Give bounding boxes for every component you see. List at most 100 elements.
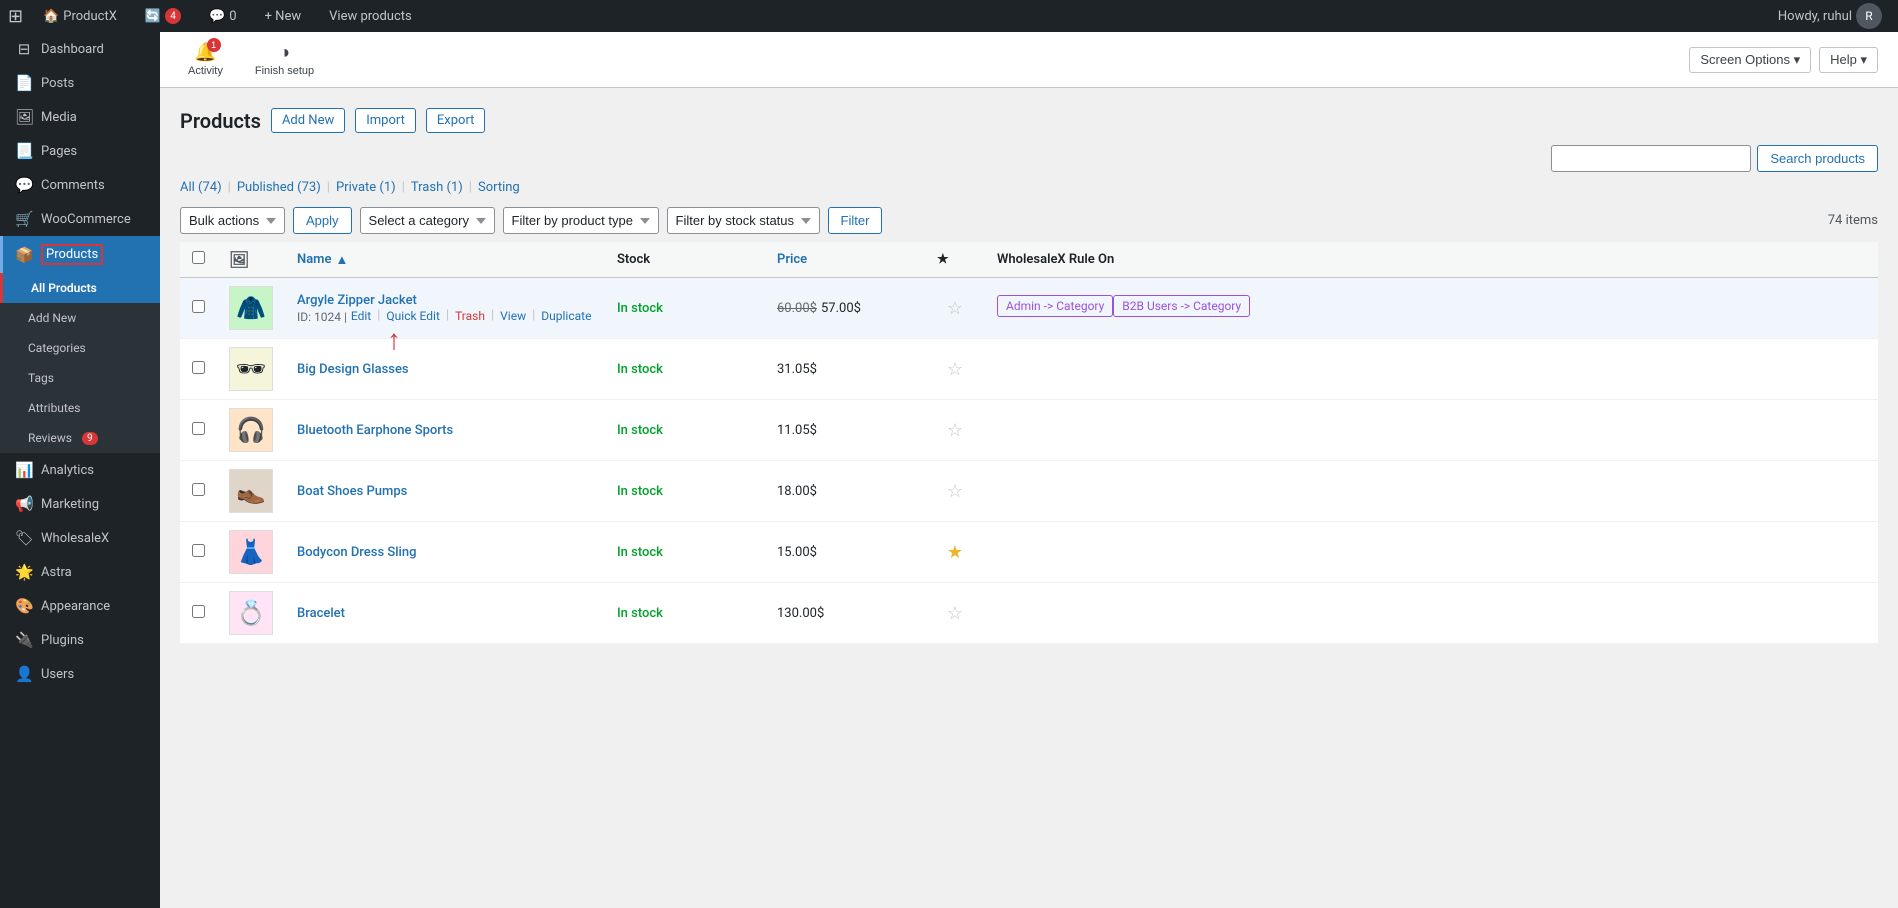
product-name: Boat Shoes Pumps — [297, 484, 593, 499]
sidebar-item-pages[interactable]: 📃 Pages — [0, 134, 160, 168]
sidebar-item-plugins[interactable]: 🔌 Plugins — [0, 623, 160, 657]
search-input[interactable] — [1551, 145, 1751, 172]
product-name-link[interactable]: Argyle Zipper Jacket — [297, 293, 417, 308]
filter-all-link[interactable]: All (74) — [180, 180, 222, 195]
filter-sorting-link[interactable]: Sorting — [478, 180, 520, 195]
sidebar-item-users[interactable]: 👤 Users — [0, 657, 160, 691]
row-checkbox[interactable] — [192, 483, 205, 496]
sidebar-item-comments[interactable]: 💬 Comments — [0, 168, 160, 202]
sidebar-subitem-add-new[interactable]: Add New — [0, 303, 160, 333]
screen-options-button[interactable]: Screen Options ▾ — [1689, 47, 1811, 73]
product-wholesale-cell — [985, 400, 1878, 461]
view-link[interactable]: View — [500, 309, 526, 323]
product-name-link[interactable]: Bluetooth Earphone Sports — [297, 423, 453, 438]
apply-button[interactable]: Apply — [293, 207, 352, 234]
stock-status-select[interactable]: Filter by stock status — [667, 207, 820, 234]
sidebar-item-posts[interactable]: 📄 Posts — [0, 66, 160, 100]
help-button[interactable]: Help ▾ — [1819, 47, 1878, 73]
site-name-link[interactable]: 🏠 ProductX — [35, 0, 125, 32]
import-button[interactable]: Import — [355, 108, 416, 133]
sidebar-item-label: Appearance — [41, 599, 110, 614]
row-checkbox-cell — [180, 522, 217, 583]
new-content-link[interactable]: + New — [257, 0, 310, 32]
page-title: Products — [180, 109, 261, 133]
sidebar-item-appearance[interactable]: 🎨 Appearance — [0, 589, 160, 623]
row-checkbox[interactable] — [192, 422, 205, 435]
comments-link[interactable]: 💬 0 — [201, 0, 245, 32]
product-name-link[interactable]: Boat Shoes Pumps — [297, 484, 407, 499]
sort-name-link[interactable]: Name ▲ — [297, 252, 593, 268]
filter-trash-link[interactable]: Trash (1) — [411, 180, 463, 195]
new-label: + New — [265, 9, 302, 24]
sidebar-item-analytics[interactable]: 📊 Analytics — [0, 453, 160, 487]
main-header: 🔔 1 Activity ◑ Finish setup Screen Optio… — [160, 32, 1898, 88]
pages-icon: 📃 — [15, 142, 33, 160]
product-price-cell: 18.00$ — [765, 461, 925, 522]
wholesale-tag[interactable]: Admin -> Category — [997, 295, 1113, 317]
col-header-image: 🖼 — [217, 242, 285, 278]
filter-private-count: 1 — [384, 180, 391, 195]
sidebar-subitem-tags[interactable]: Tags — [0, 363, 160, 393]
stock-status: In stock — [617, 545, 663, 560]
row-checkbox-cell — [180, 278, 217, 339]
product-name-link[interactable]: Bodycon Dress Sling — [297, 545, 416, 560]
howdy-link[interactable]: Howdy, ruhul R — [1770, 0, 1890, 32]
row-checkbox[interactable] — [192, 605, 205, 618]
wp-logo-icon[interactable]: ⊞ — [8, 6, 23, 27]
bulk-actions-select[interactable]: Bulk actions — [180, 207, 285, 234]
edit-link[interactable]: Edit — [351, 309, 371, 323]
sidebar-item-woocommerce[interactable]: 🛒 WooCommerce — [0, 202, 160, 236]
activity-button[interactable]: 🔔 1 Activity — [180, 38, 231, 81]
view-products-link[interactable]: View products — [321, 0, 420, 32]
featured-star[interactable]: ★ — [947, 542, 963, 563]
product-thumb-emoji: 🕶 — [236, 355, 266, 383]
export-button[interactable]: Export — [426, 108, 486, 133]
quick-edit-link[interactable]: Quick Edit — [386, 309, 439, 323]
sidebar-item-wholesalex[interactable]: 🏷 WholesaleX — [0, 521, 160, 555]
reviews-label: Reviews — [28, 431, 72, 445]
sidebar-subitem-categories[interactable]: Categories — [0, 333, 160, 363]
product-wholesale-cell — [985, 583, 1878, 644]
sidebar-item-media[interactable]: 🖼 Media — [0, 100, 160, 134]
wholesale-tag[interactable]: B2B Users -> Category — [1113, 295, 1250, 317]
product-name-link[interactable]: Big Design Glasses — [297, 362, 409, 377]
filter-button[interactable]: Filter — [828, 207, 883, 234]
duplicate-link[interactable]: Duplicate — [541, 309, 591, 323]
select-all-checkbox[interactable] — [192, 251, 205, 264]
row-checkbox[interactable] — [192, 544, 205, 557]
category-select[interactable]: Select a category — [360, 207, 495, 234]
sidebar-subitem-all-products[interactable]: All Products — [0, 273, 160, 303]
filter-all-count: 74 — [203, 180, 218, 195]
col-header-name[interactable]: Name ▲ — [285, 242, 605, 278]
featured-star[interactable]: ☆ — [947, 420, 963, 441]
finish-setup-button[interactable]: ◑ Finish setup — [247, 38, 322, 81]
product-type-select[interactable]: Filter by product type — [503, 207, 659, 234]
row-checkbox[interactable] — [192, 300, 205, 313]
filter-published-link[interactable]: Published (73) — [237, 180, 321, 195]
sidebar-item-dashboard[interactable]: ⊟ Dashboard — [0, 32, 160, 66]
product-thumbnail-cell: 🧥 — [217, 278, 285, 339]
wholesalex-icon: 🏷 — [15, 529, 33, 547]
sidebar-subitem-attributes[interactable]: Attributes — [0, 393, 160, 423]
sidebar-item-astra[interactable]: 🌟 Astra — [0, 555, 160, 589]
trash-link[interactable]: Trash — [455, 309, 485, 323]
featured-star[interactable]: ☆ — [947, 359, 963, 380]
filter-private-link[interactable]: Private (1) — [336, 180, 396, 195]
updates-link[interactable]: 🔄 4 — [137, 0, 189, 32]
sidebar-item-products[interactable]: 📦 Products — [0, 236, 160, 273]
featured-star[interactable]: ☆ — [947, 481, 963, 502]
product-thumbnail: 👗 — [229, 530, 273, 574]
product-name: Bodycon Dress Sling — [297, 545, 593, 560]
table-row: 👞 Boat Shoes Pumps In stock 18.00$ ☆ — [180, 461, 1878, 522]
row-checkbox[interactable] — [192, 361, 205, 374]
product-stock-cell: In stock — [605, 400, 765, 461]
featured-star[interactable]: ☆ — [947, 603, 963, 624]
sidebar-subitem-reviews[interactable]: Reviews 9 — [0, 423, 160, 453]
sidebar-item-label: Astra — [41, 565, 72, 580]
product-wholesale-cell — [985, 461, 1878, 522]
search-products-button[interactable]: Search products — [1757, 145, 1878, 172]
product-name-link[interactable]: Bracelet — [297, 606, 345, 621]
featured-star[interactable]: ☆ — [947, 298, 963, 319]
sidebar-item-marketing[interactable]: 📢 Marketing — [0, 487, 160, 521]
add-new-button[interactable]: Add New — [271, 108, 345, 133]
